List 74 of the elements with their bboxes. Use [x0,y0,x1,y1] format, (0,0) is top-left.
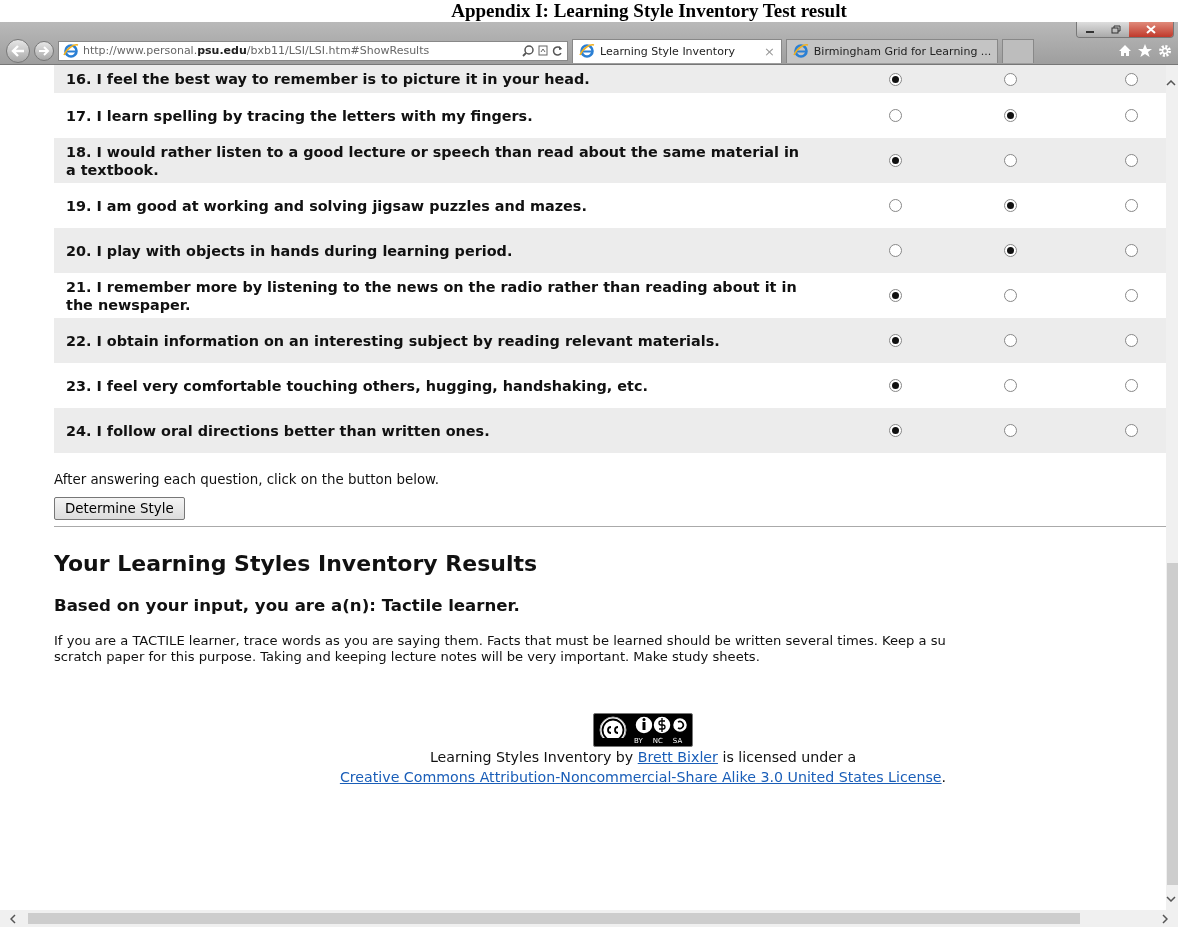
radio-button[interactable] [1003,72,1017,86]
scrollbar-thumb[interactable] [1167,563,1178,885]
instruction-text: After answering each question, click on the button below. [54,472,441,487]
star-icon[interactable] [1138,44,1152,57]
refresh-icon[interactable] [552,45,563,56]
scrollbar-thumb[interactable] [28,913,1080,924]
scroll-left-icon[interactable] [10,913,16,924]
vertical-scrollbar[interactable] [1166,65,1178,910]
restore-icon [1111,25,1121,34]
radio-button[interactable] [1125,109,1138,122]
home-icon[interactable] [1118,44,1132,57]
search-icon[interactable] [522,44,534,57]
determine-style-button[interactable]: Determine Style [54,497,185,520]
radio-button[interactable] [1125,334,1138,347]
radio-button[interactable] [1125,199,1138,212]
question-text: 23. I feel very comfortable touching others, hugging, handshaking, etc. [65,376,649,396]
document-heading: Appendix I: Learning Style Inventory Test result [450,0,848,22]
forward-button[interactable] [34,40,54,61]
restore-button[interactable] [1103,22,1129,37]
result-subheading: Based on your input, you are a(n): Tactile learner. [54,596,521,615]
question-text: 18. I would rather listen to a good lecture or speech than read about the same material in a textbook. [65,142,801,180]
radio-button[interactable] [888,72,902,86]
browser-tab[interactable]: Birmingham Grid for Learning ... [785,38,999,63]
radio-button[interactable] [1003,424,1017,437]
question-text: 19. I am good at working and solving jigsaw puzzles and mazes. [65,196,588,216]
browser-logo-icon [792,43,809,59]
radio-button[interactable] [1125,424,1138,437]
minimize-button[interactable] [1077,22,1103,37]
settings-icon[interactable] [1158,43,1172,58]
scroll-up-icon[interactable] [1166,80,1176,86]
radio-button[interactable] [1003,154,1017,167]
result-paragraph: If you are a TACTILE learner, trace words as you are saying them. Facts that must be learned should be written several times. Keep a su scratch paper for this purpose. Taking and keeping lecture notes will be very important. Make study sheets. [54,633,947,665]
back-button[interactable] [6,38,30,63]
scroll-right-icon[interactable] [1162,913,1168,924]
radio-button[interactable] [888,379,902,392]
radio-button[interactable] [1125,154,1138,167]
radio-button[interactable] [1125,72,1138,86]
browser-logo-icon [63,42,79,59]
author-link[interactable]: Brett Bixler [637,749,718,765]
radio-button[interactable] [1125,379,1138,392]
radio-button[interactable] [1125,289,1138,302]
radio-button[interactable] [888,154,902,167]
browser-logo-icon [579,43,595,59]
new-tab-button[interactable] [1002,38,1035,63]
radio-button[interactable] [888,109,902,122]
question-text: 21. I remember more by listening to the news on the radio rather than reading about it in the newspaper. [65,277,798,315]
browser-tab[interactable]: Learning Style Inventory × [572,38,782,63]
question-text: 16. I feel the best way to remember is to picture it in your head. [65,70,591,89]
address-bar[interactable]: http://www.personal.psu.edu/bxb11/LSI/LSI.htm#ShowResults [58,40,568,61]
license-notice: Learning Styles Inventory by Brett Bixler is licensed under a Creative Commons Attribution-Noncommercial-Share Alike 3.0 United States License. [338,748,948,787]
radio-button[interactable] [1003,289,1017,302]
forward-arrow-icon [38,45,50,56]
radio-button[interactable] [888,334,902,347]
radio-button[interactable] [888,289,902,302]
close-button[interactable] [1129,22,1173,37]
radio-button[interactable] [1003,199,1017,212]
license-link[interactable]: Creative Commons Attribution-Noncommercial-Share Alike 3.0 United States License [339,769,942,785]
radio-button[interactable] [1003,334,1017,347]
question-text: 17. I learn spelling by tracing the letters with my fingers. [65,106,534,126]
close-icon [1146,25,1156,34]
radio-button[interactable] [1125,244,1138,257]
radio-button[interactable] [888,199,902,212]
radio-button[interactable] [888,424,902,437]
scroll-down-icon[interactable] [1166,896,1176,902]
radio-button[interactable] [888,244,902,257]
radio-button[interactable] [1003,244,1017,257]
question-text: 24. I follow oral directions better than written ones. [65,421,491,441]
radio-button[interactable] [1003,109,1017,122]
question-text: 20. I play with objects in hands during learning period. [65,241,514,261]
results-heading: Your Learning Styles Inventory Results [54,551,539,576]
back-arrow-icon [11,44,25,57]
compatibility-icon[interactable] [538,45,548,56]
radio-button[interactable] [1003,379,1017,392]
question-text: 22. I obtain information on an interesting subject by reading relevant materials. [65,331,721,351]
